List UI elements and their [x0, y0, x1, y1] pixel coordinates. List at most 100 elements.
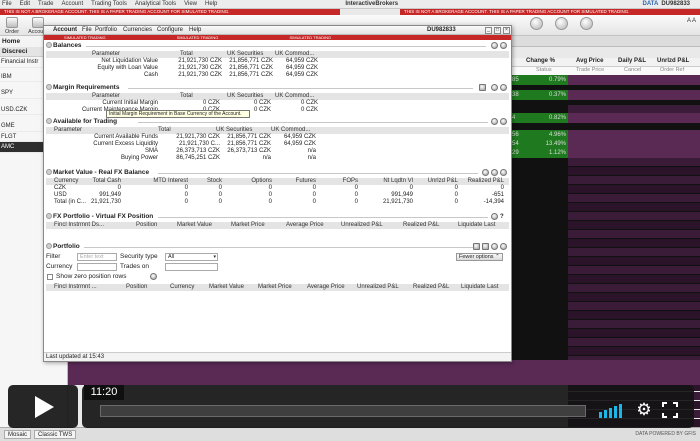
market-grid-row[interactable]: 29 1.12%: [510, 148, 700, 158]
market-grid-row[interactable]: 38 0.37%: [510, 90, 700, 100]
trades-on-input[interactable]: [165, 263, 218, 271]
video-progress-bar[interactable]: [100, 405, 586, 417]
column-header[interactable]: Liquidate Last: [458, 222, 495, 229]
export-icon[interactable]: [482, 243, 489, 250]
col-total[interactable]: Total: [158, 127, 171, 134]
collapse-icon[interactable]: [46, 169, 52, 175]
volume-icon[interactable]: [599, 402, 625, 418]
column-header[interactable]: Fincl Instrmnt Ds...: [54, 222, 104, 229]
column-header[interactable]: Options: [251, 178, 272, 185]
section-close-icon[interactable]: [500, 243, 507, 250]
column-header[interactable]: Average Price: [307, 284, 345, 291]
acct-menu-configure[interactable]: Configure: [157, 26, 183, 35]
column-header[interactable]: Total Cash: [93, 178, 121, 185]
close-icon[interactable]: ×: [503, 27, 510, 34]
column-header[interactable]: Realized P&L: [403, 222, 439, 229]
column-header[interactable]: Stock: [207, 178, 222, 185]
market-value-header[interactable]: Market Value - Real FX Balance: [46, 169, 509, 177]
collapse-icon[interactable]: [46, 42, 52, 48]
section-settings-icon[interactable]: [491, 243, 498, 250]
order-button[interactable]: Order: [0, 16, 24, 35]
col-change-pct[interactable]: Change %: [526, 58, 555, 64]
column-header[interactable]: Market Price: [258, 284, 292, 291]
acct-menu-file[interactable]: File: [82, 26, 92, 35]
section-settings-icon[interactable]: [482, 169, 489, 176]
collapse-icon[interactable]: [46, 243, 52, 249]
section-settings-icon[interactable]: [491, 118, 498, 125]
font-size-control[interactable]: A A: [687, 18, 696, 24]
col-parameter[interactable]: Parameter: [92, 51, 120, 58]
col-daily-pnl[interactable]: Daily P&L: [618, 58, 646, 64]
section-close-icon[interactable]: [500, 118, 507, 125]
acct-menu-portfolio[interactable]: Portfolio: [95, 26, 117, 35]
column-header[interactable]: Currency: [170, 284, 194, 291]
minimize-icon[interactable]: _: [485, 27, 492, 34]
tab-mosaic[interactable]: Mosaic: [4, 430, 32, 439]
currency-input[interactable]: [77, 263, 117, 271]
show-zero-checkbox[interactable]: [47, 274, 53, 280]
filter-input[interactable]: Enter text: [77, 253, 117, 261]
tool-icon-2[interactable]: [555, 17, 568, 30]
menu-analytical-tools[interactable]: Analytical Tools: [135, 1, 176, 7]
play-button[interactable]: [8, 385, 78, 428]
collapse-icon[interactable]: [46, 118, 52, 124]
market-grid-row[interactable]: 4 0.82%: [510, 113, 700, 123]
col-avg-price[interactable]: Avg Price: [576, 58, 603, 64]
col-uk-securities[interactable]: UK Securities: [227, 51, 263, 58]
menu-view[interactable]: View: [184, 1, 197, 7]
tab-classic-tws[interactable]: Classic TWS: [34, 430, 77, 439]
help-icon[interactable]: ?: [500, 213, 507, 220]
menu-file[interactable]: File: [2, 1, 12, 7]
column-header[interactable]: Position: [126, 284, 147, 291]
security-type-select[interactable]: All ▾: [165, 253, 218, 261]
column-header[interactable]: Liquidate Last: [461, 284, 498, 291]
column-header[interactable]: Position: [136, 222, 157, 229]
acct-menu-account[interactable]: Account: [53, 26, 77, 35]
column-header[interactable]: Realized P&L: [413, 284, 449, 291]
col-uk-commod[interactable]: UK Commod...: [271, 127, 310, 134]
column-header[interactable]: Realized P&L: [468, 178, 504, 185]
col-parameter[interactable]: Parameter: [54, 127, 82, 134]
collapse-icon[interactable]: [46, 84, 52, 90]
col-uk-securities[interactable]: UK Securities: [216, 127, 252, 134]
column-header[interactable]: Average Price: [286, 222, 324, 229]
gear-icon[interactable]: ⚙: [635, 401, 653, 419]
menu-account[interactable]: Account: [61, 1, 83, 7]
fullscreen-icon[interactable]: [662, 402, 678, 418]
column-header[interactable]: Market Price: [231, 222, 265, 229]
col-unrlzd-pnl[interactable]: Unrlzd P&L: [657, 58, 689, 64]
section-settings-icon[interactable]: [491, 84, 498, 91]
column-header[interactable]: Market Value: [177, 222, 212, 229]
tool-icon-3[interactable]: [580, 17, 593, 30]
pin-icon[interactable]: [473, 243, 480, 250]
balances-header[interactable]: Balances: [46, 42, 509, 50]
col-parameter[interactable]: Parameter: [92, 93, 120, 100]
column-header[interactable]: Unrlzd P&L: [428, 178, 458, 185]
section-close-icon[interactable]: [500, 169, 507, 176]
section-settings-icon[interactable]: [491, 42, 498, 49]
column-header[interactable]: Currency: [54, 178, 78, 185]
margin-header[interactable]: Margin Requirements: [46, 84, 509, 92]
market-grid-row[interactable]: 85 0.79%: [510, 75, 700, 85]
fx-portfolio-header[interactable]: FX Portfolio - Virtual FX Position ?: [46, 213, 509, 221]
column-header[interactable]: FOPs: [343, 178, 358, 185]
section-close-icon[interactable]: [500, 84, 507, 91]
section-close-icon[interactable]: [500, 42, 507, 49]
menu-edit[interactable]: Edit: [20, 1, 30, 7]
column-header[interactable]: Fincl Instrmnt ...: [54, 284, 97, 291]
acct-menu-currencies[interactable]: Currencies: [123, 26, 152, 35]
col-uk-securities[interactable]: UK Securities: [227, 93, 263, 100]
col-total[interactable]: Total: [180, 93, 193, 100]
col-uk-commod[interactable]: UK Commod...: [275, 51, 314, 58]
maximize-icon[interactable]: □: [494, 27, 501, 34]
tool-icon-1[interactable]: [530, 17, 543, 30]
column-header[interactable]: Nt Lqdtn Vl: [383, 178, 413, 185]
portfolio-header[interactable]: Portfolio: [46, 243, 509, 251]
menu-trade[interactable]: Trade: [38, 1, 53, 7]
col-total[interactable]: Total: [180, 51, 193, 58]
section-settings-icon[interactable]: [491, 213, 498, 220]
chart-icon[interactable]: [479, 84, 486, 91]
column-header[interactable]: Market Value: [209, 284, 244, 291]
column-header[interactable]: MTD Interest: [153, 178, 188, 185]
menu-help[interactable]: Help: [205, 1, 217, 7]
